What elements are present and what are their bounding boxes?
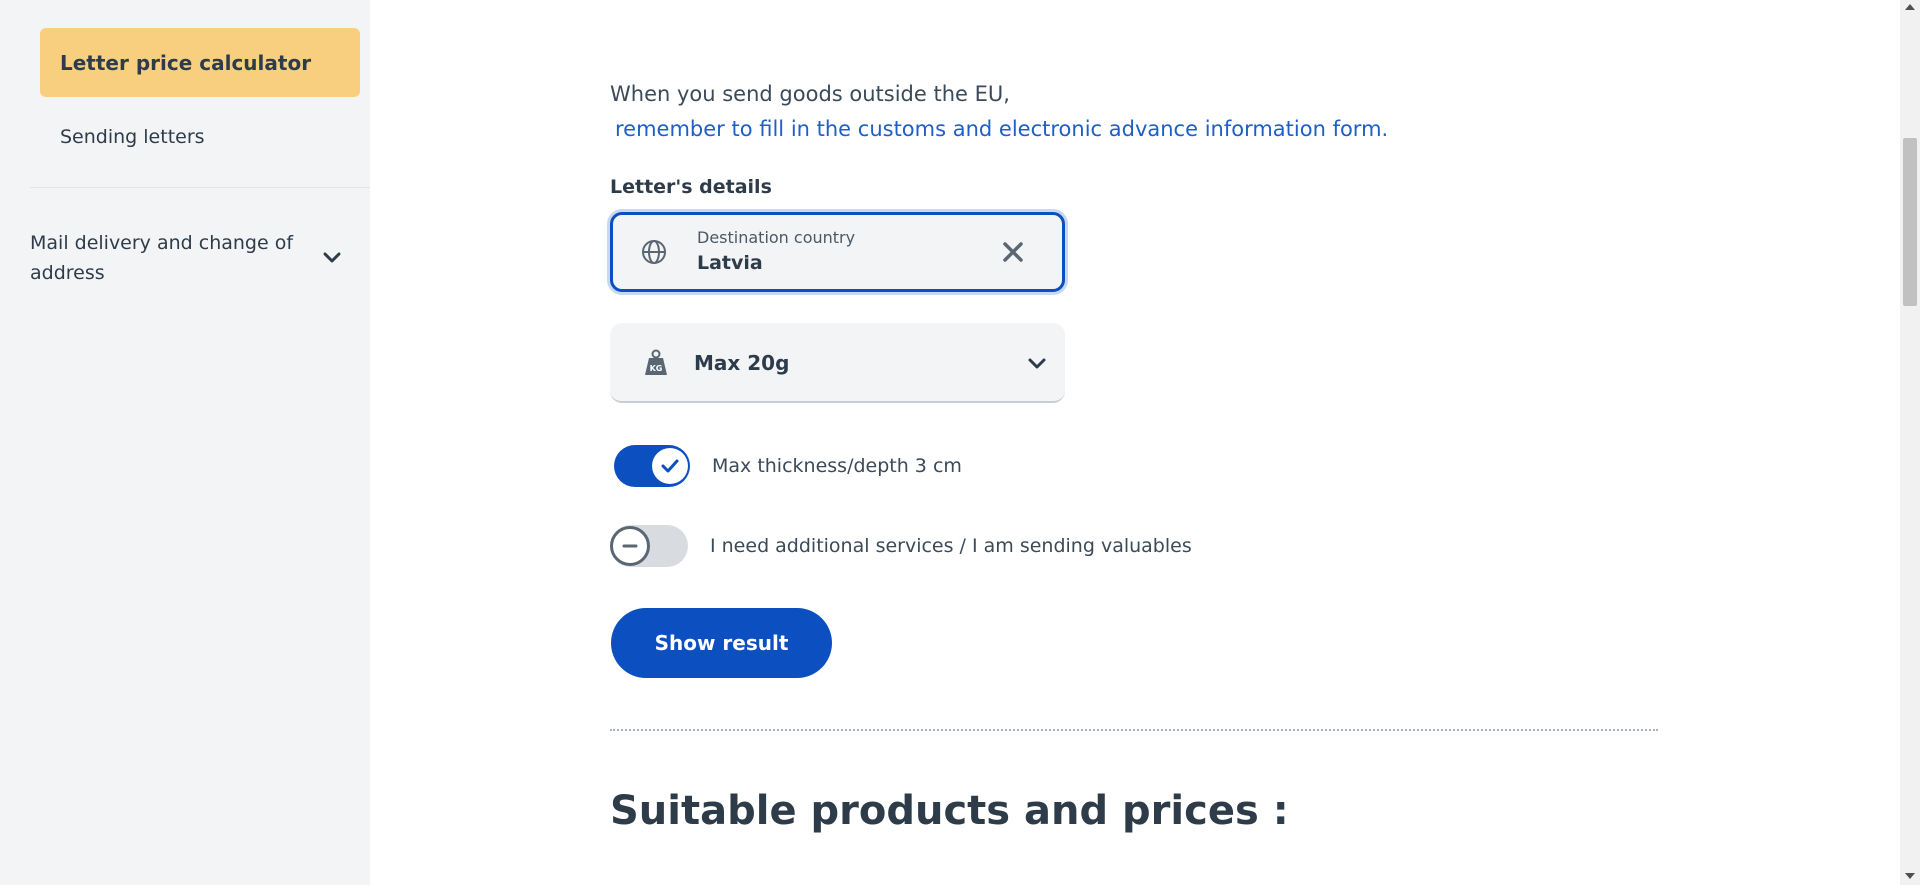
- minus-icon: [610, 526, 650, 566]
- additional-services-toggle-label: I need additional services / I am sendin…: [710, 535, 1192, 557]
- scroll-down-arrow-icon[interactable]: [1905, 873, 1915, 879]
- destination-country-value: Latvia: [697, 252, 763, 274]
- globe-icon: [641, 239, 667, 265]
- additional-services-toggle-row: I need additional services / I am sendin…: [610, 525, 1192, 567]
- thickness-toggle[interactable]: [614, 445, 690, 487]
- letter-details-heading: Letter's details: [610, 176, 772, 198]
- section-divider: [610, 729, 1658, 731]
- weight-kg-icon: KG: [643, 349, 671, 377]
- sidebar: Letter price calculator Sending letters …: [0, 0, 370, 885]
- destination-country-caption: Destination country: [697, 228, 856, 247]
- sidebar-item-letter-price-calculator[interactable]: Letter price calculator: [40, 28, 360, 97]
- chevron-down-icon: [320, 246, 344, 270]
- intro-text: When you send goods outside the EU,: [610, 82, 1010, 106]
- close-icon[interactable]: [998, 237, 1028, 267]
- weight-selected-value: Max 20g: [694, 351, 790, 375]
- customs-form-link[interactable]: remember to fill in the customs and elec…: [615, 113, 1388, 145]
- results-title: Suitable products and prices :: [610, 788, 1289, 834]
- main-content: When you send goods outside the EU, reme…: [370, 0, 1900, 885]
- thickness-toggle-label: Max thickness/depth 3 cm: [712, 455, 962, 477]
- scrollbar-thumb[interactable]: [1903, 138, 1917, 306]
- sidebar-group-mail-delivery[interactable]: Mail delivery and change of address: [30, 228, 350, 288]
- sidebar-item-sending-letters[interactable]: Sending letters: [60, 126, 205, 148]
- destination-country-field[interactable]: Destination country Latvia: [610, 212, 1065, 292]
- weight-select[interactable]: KG Max 20g: [610, 323, 1065, 403]
- additional-services-toggle[interactable]: [610, 525, 688, 567]
- thickness-toggle-row: Max thickness/depth 3 cm: [610, 445, 962, 487]
- scroll-up-arrow-icon[interactable]: [1905, 4, 1915, 10]
- svg-text:KG: KG: [650, 364, 663, 373]
- show-result-button[interactable]: Show result: [611, 608, 832, 678]
- sidebar-divider: [30, 187, 370, 188]
- sidebar-group-label: Mail delivery and change of address: [30, 232, 294, 284]
- check-icon: [652, 448, 688, 484]
- page-scrollbar[interactable]: [1900, 0, 1920, 885]
- chevron-down-icon: [1025, 351, 1049, 375]
